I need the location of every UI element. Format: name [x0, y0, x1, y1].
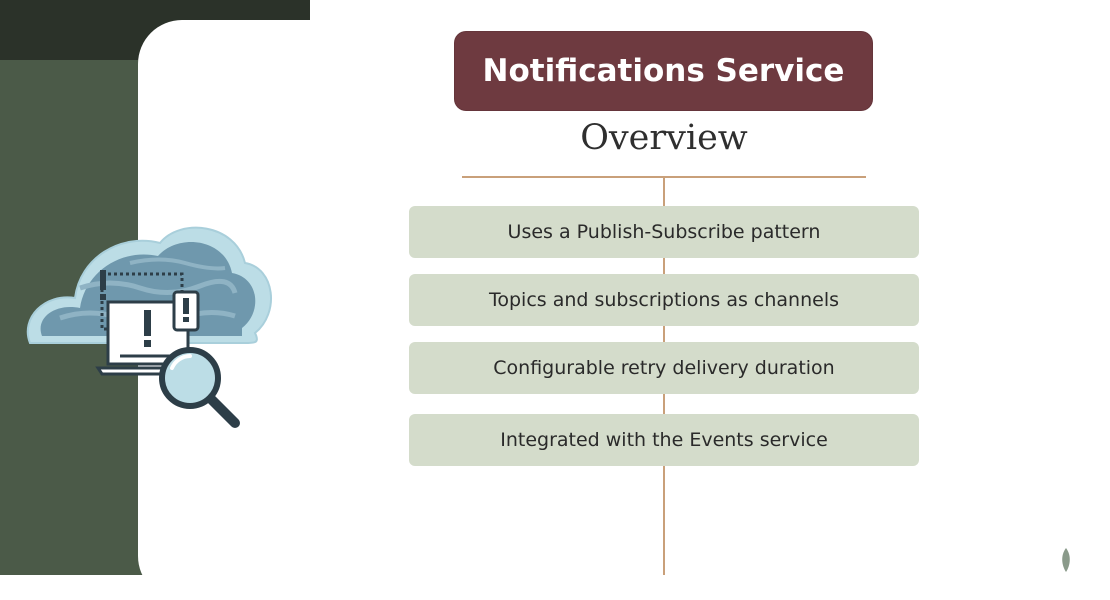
feature-item-1: Uses a Publish-Subscribe pattern: [409, 206, 919, 258]
feature-item-3: Configurable retry delivery duration: [409, 342, 919, 394]
slide-subtitle: Overview: [580, 118, 748, 158]
title-banner: Notifications Service: [454, 31, 873, 111]
leaf-logo-icon: [1062, 548, 1070, 572]
cloud-devices-magnifier-icon: [26, 226, 272, 428]
feature-item-2: Topics and subscriptions as channels: [409, 274, 919, 326]
slide-title: Notifications Service: [482, 53, 845, 89]
feature-item-4: Integrated with the Events service: [409, 414, 919, 466]
